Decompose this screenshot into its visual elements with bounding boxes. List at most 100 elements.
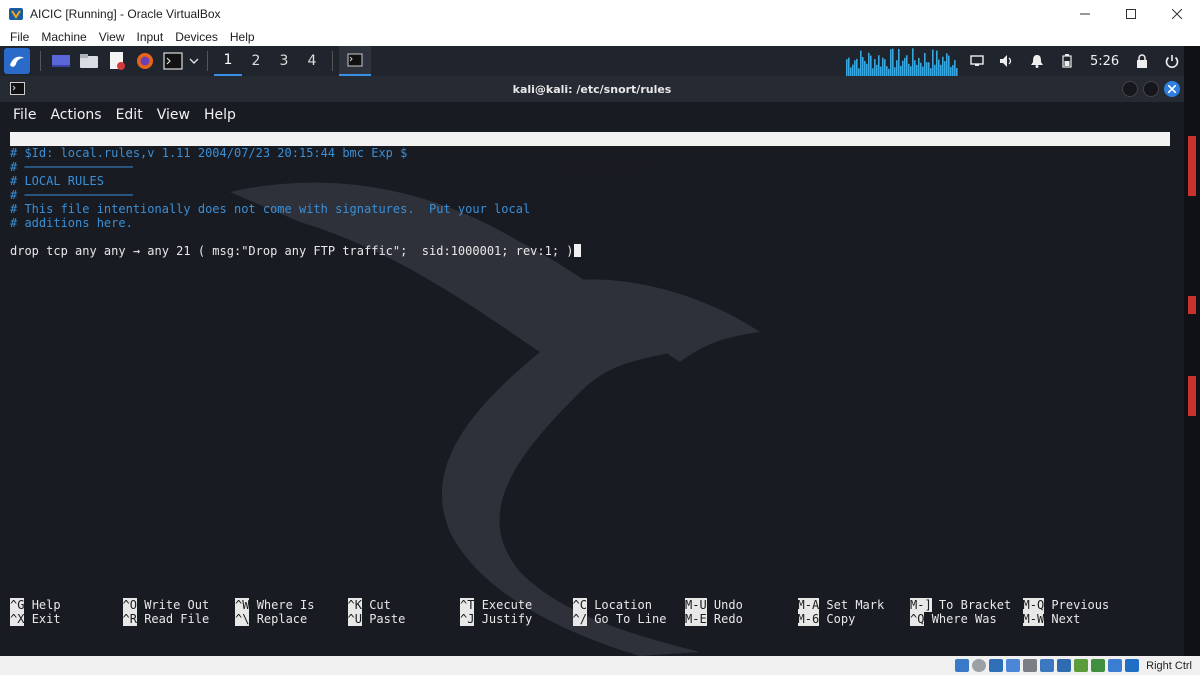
terminal-menu-help[interactable]: Help <box>197 107 243 123</box>
shortcut-to-bracket[interactable]: M-] To Bracket <box>910 598 1011 612</box>
network-status-button[interactable] <box>962 46 992 76</box>
file-manager-button[interactable] <box>75 47 103 75</box>
notifications-button[interactable] <box>1022 46 1052 76</box>
terminal-launcher-button[interactable] <box>159 47 187 75</box>
cpu-graph-bar <box>916 64 918 76</box>
terminal-close-button[interactable] <box>1164 81 1180 97</box>
optical-drive-icon[interactable] <box>972 659 987 672</box>
shortcut-set-mark[interactable]: M-A Set Mark <box>797 598 885 612</box>
cpu-activity-icon[interactable] <box>1091 659 1106 672</box>
cpu-graph-bar <box>914 60 916 76</box>
kali-menu-button[interactable] <box>4 48 30 74</box>
display-icon[interactable] <box>1057 659 1072 672</box>
maximize-button[interactable] <box>1108 0 1154 28</box>
shortcut-key: M-6 <box>797 612 820 626</box>
text-editor-button[interactable] <box>103 47 131 75</box>
terminal-menu-edit[interactable]: Edit <box>109 107 150 123</box>
shared-folders-icon[interactable] <box>1040 659 1055 672</box>
workspace-2[interactable]: 2 <box>242 46 270 76</box>
shortcut-redo[interactable]: M-E Redo <box>685 612 743 626</box>
mouse-integration-icon[interactable] <box>1108 659 1123 672</box>
network-adapter-icon[interactable] <box>1006 659 1021 672</box>
shortcut-label: Where Is <box>256 598 315 612</box>
vb-menu-file[interactable]: File <box>4 30 35 44</box>
editor-line: drop tcp any any → any 21 ( msg:"Drop an… <box>10 244 581 258</box>
cpu-graph-bar <box>932 49 934 76</box>
cpu-graph-bar <box>878 55 880 76</box>
vb-menu-input[interactable]: Input <box>131 30 170 44</box>
cpu-graph-bar <box>876 64 878 76</box>
logout-button[interactable] <box>1157 46 1184 76</box>
shortcut-help[interactable]: ^G Help <box>10 598 61 612</box>
chevron-down-icon <box>189 58 199 64</box>
terminal-titlebar: kali@kali: /etc/snort/rules <box>0 76 1184 102</box>
video-capture-icon[interactable] <box>1074 659 1089 672</box>
power-status-button[interactable] <box>1052 46 1082 76</box>
editor-line: # $Id: local.rules,v 1.11 2004/07/23 20:… <box>10 146 407 160</box>
shortcut-key: M-Q <box>1022 598 1045 612</box>
volume-button[interactable] <box>992 46 1022 76</box>
shortcut-replace[interactable]: ^\ Replace <box>235 612 307 626</box>
shortcut-key: ^J <box>460 612 475 626</box>
virtualbox-titlebar: AICIC [Running] - Oracle VirtualBox <box>0 0 1200 28</box>
terminal-screen[interactable]: GNU nano 7.2 local.rules * # $Id: local.… <box>0 132 1184 656</box>
keyboard-capture-icon[interactable] <box>1125 659 1140 672</box>
shortcut-exit[interactable]: ^X Exit <box>10 612 61 626</box>
audio-icon[interactable] <box>989 659 1004 672</box>
minimize-button[interactable] <box>1062 0 1108 28</box>
shortcut-go-to-line[interactable]: ^/ Go To Line <box>572 612 666 626</box>
workspace-4[interactable]: 4 <box>298 46 326 76</box>
terminal-menu-view[interactable]: View <box>150 107 197 123</box>
cpu-graph-bar <box>924 52 926 76</box>
lock-screen-button[interactable] <box>1127 46 1157 76</box>
host-background-segment <box>1188 136 1196 196</box>
vb-menu-help[interactable]: Help <box>224 30 261 44</box>
firefox-button[interactable] <box>131 47 159 75</box>
shortcut-label: Redo <box>713 612 743 626</box>
show-desktop-button[interactable] <box>47 47 75 75</box>
close-button[interactable] <box>1154 0 1200 28</box>
cpu-graph-bar <box>892 48 894 76</box>
shortcut-key: M-W <box>1022 612 1045 626</box>
editor-line: # additions here. <box>10 216 133 230</box>
shortcut-paste[interactable]: ^U Paste <box>347 612 405 626</box>
shortcut-previous[interactable]: M-Q Previous <box>1022 598 1109 612</box>
cpu-graph-bar <box>854 60 856 76</box>
shortcut-label: Set Mark <box>826 598 885 612</box>
cpu-graph-bar <box>880 66 882 76</box>
terminal-menu-file[interactable]: File <box>6 107 43 123</box>
cpu-graph-bar <box>954 60 956 76</box>
panel-clock[interactable]: 5:26 <box>1082 54 1127 69</box>
shortcut-write-out[interactable]: ^O Write Out <box>122 598 209 612</box>
shortcut-where-was[interactable]: ^Q Where Was <box>910 612 997 626</box>
usb-icon[interactable] <box>1023 659 1038 672</box>
vb-menu-devices[interactable]: Devices <box>169 30 224 44</box>
taskbar-terminal-window[interactable] <box>339 46 371 76</box>
terminal-menu-actions[interactable]: Actions <box>43 107 108 123</box>
cpu-graph-bar <box>874 59 876 76</box>
terminal-launcher-dropdown[interactable] <box>187 47 201 75</box>
terminal-minimize-button[interactable] <box>1122 81 1138 97</box>
shortcut-next[interactable]: M-W Next <box>1022 612 1080 626</box>
shortcut-copy[interactable]: M-6 Copy <box>797 612 855 626</box>
hard-disk-icon[interactable] <box>955 659 970 672</box>
vb-menu-machine[interactable]: Machine <box>35 30 92 44</box>
shortcut-where-is[interactable]: ^W Where Is <box>235 598 314 612</box>
shortcut-execute[interactable]: ^T Execute <box>460 598 532 612</box>
workspace-1[interactable]: 1 <box>214 46 242 76</box>
cpu-graph-bar <box>930 68 932 76</box>
shortcut-justify[interactable]: ^J Justify <box>460 612 532 626</box>
vb-menu-view[interactable]: View <box>93 30 131 44</box>
terminal-maximize-button[interactable] <box>1143 81 1159 97</box>
editor-line-text: # ─────────────── <box>10 160 133 174</box>
shortcut-key: ^K <box>347 598 362 612</box>
workspace-3[interactable]: 3 <box>270 46 298 76</box>
shortcut-location[interactable]: ^C Location <box>572 598 652 612</box>
editor-line-text: # LOCAL RULES <box>10 174 104 188</box>
virtualbox-status-bar: Right Ctrl <box>0 656 1200 675</box>
shortcut-label: Replace <box>256 612 308 626</box>
host-key-label[interactable]: Right Ctrl <box>1146 660 1192 672</box>
shortcut-read-file[interactable]: ^R Read File <box>122 612 209 626</box>
shortcut-undo[interactable]: M-U Undo <box>685 598 743 612</box>
shortcut-cut[interactable]: ^K Cut <box>347 598 391 612</box>
